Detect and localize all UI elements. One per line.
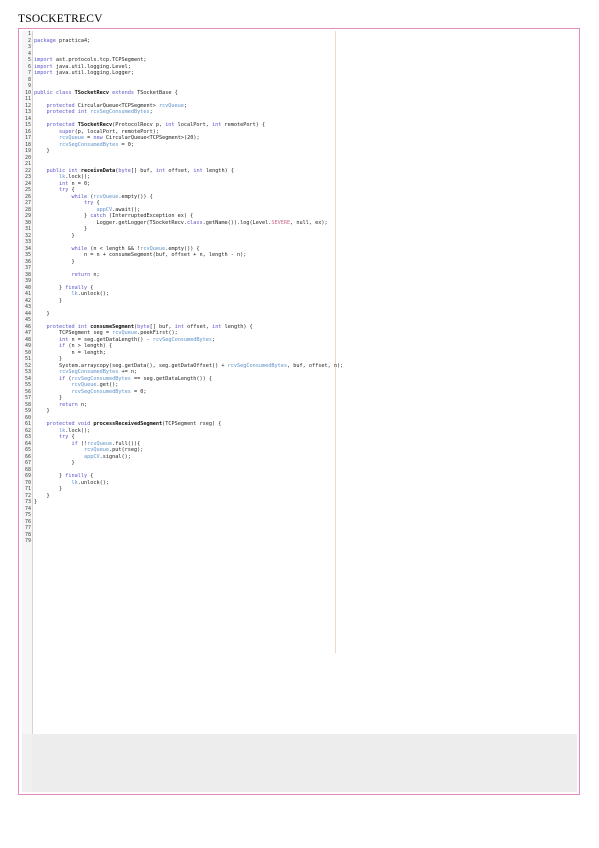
code-editor-frame: 1 2 package practica4; 3 4 5 import ast.protoc…: [18, 28, 580, 795]
code-editor[interactable]: 1 2 package practica4; 3 4 5 import ast.protoc…: [22, 31, 577, 792]
document-title: TSOCKETRECV: [18, 13, 103, 25]
line-number: 79: [24, 538, 31, 544]
code-line: 79: [22, 538, 577, 545]
empty-editor-area: [32, 734, 577, 792]
code-lines: 1 2 package practica4; 3 4 5 import ast.protoc…: [22, 31, 577, 545]
